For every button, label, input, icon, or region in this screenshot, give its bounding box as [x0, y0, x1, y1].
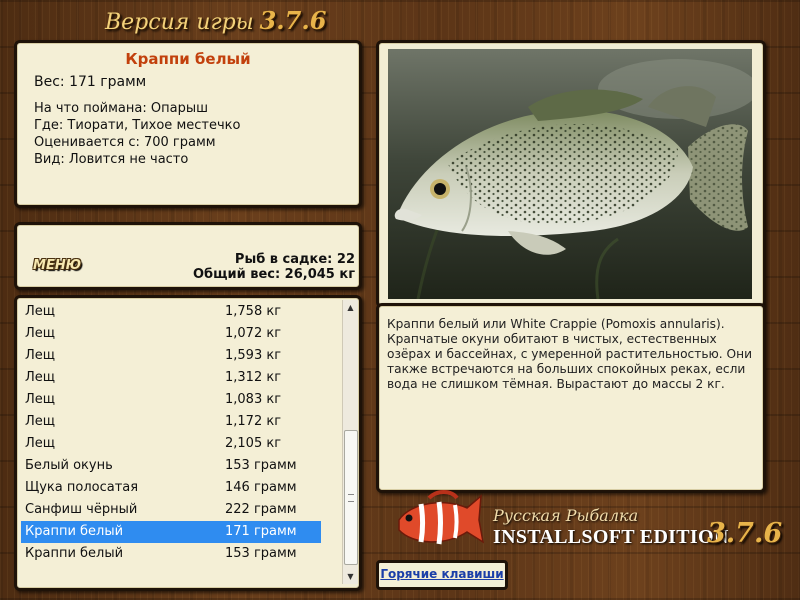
brand-version: 3.7.6: [707, 518, 783, 549]
fish-details: На что поймана: Опарыш Где: Тиорати, Тих…: [34, 100, 359, 168]
grip-icon: [348, 494, 354, 502]
fish-list-name: Лещ: [25, 348, 56, 363]
fish-list-name: Краппи белый: [25, 524, 124, 539]
fish-list-name: Белый окунь: [25, 458, 113, 473]
fish-description-panel: Краппи белый или White Crappie (Pomoxis …: [376, 303, 766, 493]
fish-photo-panel: [376, 40, 766, 308]
fish-list[interactable]: Лещ 1,758 кг Лещ 1,072 кг Лещ 1,593 кг Лещ 1,31…: [21, 301, 321, 565]
fish-list-weight: 153 грамм: [225, 546, 297, 561]
fish-list-weight: 1,593 кг: [225, 348, 282, 363]
fish-bait: На что поймана: Опарыш: [34, 101, 208, 116]
fish-list-name: Лещ: [25, 326, 56, 341]
fish-weight: Вес: 171 грамм: [34, 74, 147, 90]
fish-list-row[interactable]: Белый окунь 153 грамм: [21, 455, 321, 477]
menu-button[interactable]: МЕНЮ: [27, 257, 87, 275]
fish-logo-icon: [398, 490, 485, 545]
fish-list-row[interactable]: Краппи белый 153 грамм: [21, 543, 321, 565]
version-number: 3.7.6: [259, 6, 327, 35]
fish-list-weight: 1,072 кг: [225, 326, 282, 341]
brand-title: Русская Рыбалка: [493, 506, 639, 525]
fish-list-row[interactable]: Лещ 1,172 кг: [21, 411, 321, 433]
fish-count: Рыб в садке: 22: [234, 252, 355, 267]
fish-list-row[interactable]: Краппи белый 171 грамм: [21, 521, 321, 543]
catch-stats: Рыб в садке: 22 Общий вес: 26,045 кг: [193, 252, 355, 282]
fish-list-name: Лещ: [25, 392, 56, 407]
fish-list-name: Лещ: [25, 304, 56, 319]
fish-list-row[interactable]: Лещ 1,758 кг: [21, 301, 321, 323]
fish-list-name: Лещ: [25, 414, 56, 429]
version-title-text: Версия игры: [105, 10, 254, 35]
game-version-title: Версия игры 3.7.6: [105, 6, 326, 36]
fish-description: Краппи белый или White Crappie (Pomoxis …: [387, 317, 753, 391]
fish-kind: Вид: Ловится не часто: [34, 152, 189, 167]
fish-list-row[interactable]: Щука полосатая 146 грамм: [21, 477, 321, 499]
fish-list-weight: 1,083 кг: [225, 392, 282, 407]
fish-value: Оценивается с: 700 грамм: [34, 135, 216, 150]
fish-list-row[interactable]: Лещ 1,312 кг: [21, 367, 321, 389]
fish-list-row[interactable]: Лещ 1,593 кг: [21, 345, 321, 367]
fish-place: Где: Тиорати, Тихое местечко: [34, 118, 241, 133]
catch-list-panel: Лещ 1,758 кг Лещ 1,072 кг Лещ 1,593 кг Лещ 1,31…: [14, 295, 362, 591]
hotkeys-link[interactable]: Горячие клавиши: [376, 560, 508, 590]
fish-list-weight: 2,105 кг: [225, 436, 282, 451]
fish-list-name: Краппи белый: [25, 546, 124, 561]
brand-edition: INSTALLSOFT EDITION: [493, 526, 729, 548]
scroll-down-icon[interactable]: ▼: [343, 569, 358, 584]
fish-list-name: Лещ: [25, 436, 56, 451]
fish-name-title: Краппи белый: [125, 50, 251, 68]
fish-list-row[interactable]: Лещ 1,072 кг: [21, 323, 321, 345]
fish-list-name: Щука полосатая: [25, 480, 139, 495]
fish-list-weight: 1,172 кг: [225, 414, 282, 429]
fish-list-row[interactable]: Лещ 2,105 кг: [21, 433, 321, 455]
scroll-up-icon[interactable]: ▲: [343, 300, 358, 315]
fish-info-panel: Краппи белый Вес: 171 грамм На что пойма…: [14, 40, 362, 208]
list-scrollbar[interactable]: ▲ ▼: [342, 300, 358, 584]
fish-list-weight: 1,312 кг: [225, 370, 282, 385]
fish-list-weight: 1,758 кг: [225, 304, 282, 319]
fish-list-name: Санфиш чёрный: [25, 502, 138, 517]
fish-list-weight: 153 грамм: [225, 458, 297, 473]
fish-list-weight: 146 грамм: [225, 480, 297, 495]
fish-list-weight: 222 грамм: [225, 502, 297, 517]
fish-photo: [388, 49, 752, 299]
fish-list-name: Лещ: [25, 370, 56, 385]
fish-list-row[interactable]: Лещ 1,083 кг: [21, 389, 321, 411]
scroll-thumb[interactable]: [344, 430, 358, 565]
total-weight: Общий вес: 26,045 кг: [192, 267, 355, 282]
fish-list-weight: 171 грамм: [225, 524, 297, 539]
catch-summary-panel: МЕНЮ Рыб в садке: 22 Общий вес: 26,045 к…: [14, 222, 362, 290]
fish-list-row[interactable]: Санфиш чёрный 222 грамм: [21, 499, 321, 521]
brand-logo: Русская Рыбалка INSTALLSOFT EDITION 3.7.…: [385, 490, 795, 570]
